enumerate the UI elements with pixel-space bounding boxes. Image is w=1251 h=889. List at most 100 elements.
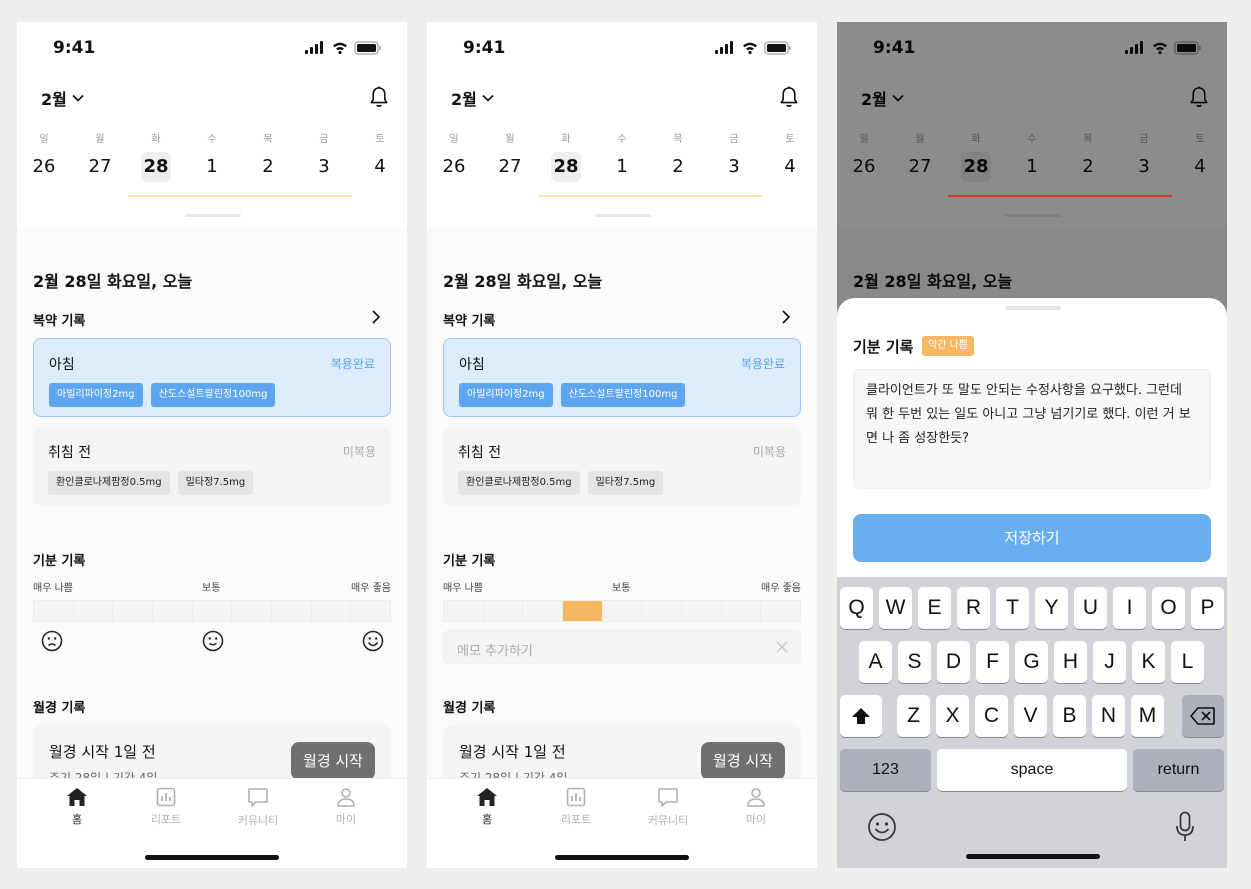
key-o[interactable]: O bbox=[1152, 587, 1185, 629]
mood-segment[interactable] bbox=[484, 601, 524, 621]
week-day[interactable]: 목2 bbox=[253, 132, 283, 182]
mood-slider[interactable] bbox=[33, 600, 391, 622]
period-start-button[interactable]: 월경 시작 bbox=[291, 742, 375, 780]
week-day[interactable]: 토4 bbox=[775, 132, 805, 182]
memo-textarea[interactable]: 클라이언트가 또 말도 안되는 수정사항을 요구했다. 그런데 뭐 한 두번 있… bbox=[853, 369, 1211, 489]
mood-segment[interactable] bbox=[444, 601, 484, 621]
key-b[interactable]: B bbox=[1053, 695, 1086, 737]
key-a[interactable]: A bbox=[859, 641, 892, 683]
mood-segment[interactable] bbox=[74, 601, 114, 621]
mood-segment[interactable] bbox=[272, 601, 312, 621]
week-day[interactable]: 월 27 bbox=[495, 132, 525, 182]
mood-segment[interactable] bbox=[113, 601, 154, 621]
tab-my[interactable]: 마이 bbox=[316, 787, 376, 827]
week-day[interactable]: 화 28 bbox=[551, 132, 581, 182]
key-d[interactable]: D bbox=[937, 641, 970, 683]
mood-segment[interactable] bbox=[642, 601, 683, 621]
weekday-label: 일 bbox=[39, 134, 49, 145]
medication-card-morning[interactable]: 아침 복용완료 아빌리파이정2mg 산도스설트랄린정100mg bbox=[443, 338, 801, 417]
mood-segment[interactable] bbox=[603, 601, 643, 621]
week-day[interactable]: 화 28 bbox=[141, 132, 171, 182]
space-key[interactable]: space bbox=[937, 749, 1127, 791]
mood-segment[interactable] bbox=[34, 601, 74, 621]
home-indicator bbox=[555, 855, 689, 860]
week-day[interactable]: 금3 bbox=[309, 132, 339, 182]
tab-home[interactable]: 홈 bbox=[47, 787, 107, 827]
weekday-label: 금 bbox=[729, 134, 739, 145]
emoji-icon[interactable] bbox=[867, 812, 897, 842]
key-r[interactable]: R bbox=[957, 587, 990, 629]
key-z[interactable]: Z bbox=[897, 695, 930, 737]
mood-segment[interactable] bbox=[232, 601, 273, 621]
mood-segment[interactable] bbox=[351, 601, 390, 621]
key-k[interactable]: K bbox=[1132, 641, 1165, 683]
week-day[interactable]: 일 26 bbox=[439, 132, 469, 182]
bell-icon[interactable] bbox=[779, 86, 799, 108]
memo-input[interactable]: 메모 추가하기 bbox=[443, 630, 801, 664]
shift-arrow-icon bbox=[852, 708, 870, 724]
key-h[interactable]: H bbox=[1054, 641, 1087, 683]
week-day[interactable]: 수1 bbox=[607, 132, 637, 182]
mood-slider[interactable] bbox=[443, 600, 801, 622]
key-i[interactable]: I bbox=[1113, 587, 1146, 629]
mood-segment[interactable] bbox=[193, 601, 233, 621]
medication-card-morning[interactable]: 아침 복용완료 아빌리파이정2mg 산도스설트랄린정100mg bbox=[33, 338, 391, 417]
save-button[interactable]: 저장하기 bbox=[853, 514, 1211, 562]
key-p[interactable]: P bbox=[1191, 587, 1224, 629]
day-number: 27 bbox=[88, 156, 112, 177]
key-l[interactable]: L bbox=[1171, 641, 1204, 683]
week-day[interactable]: 금3 bbox=[719, 132, 749, 182]
chevron-right-icon[interactable] bbox=[371, 309, 381, 325]
medication-card-bedtime[interactable]: 취침 전 미복용 환인클로나제팜정0.5mg 밀타정7.5mg bbox=[443, 427, 801, 506]
drag-handle[interactable] bbox=[595, 214, 651, 217]
chevron-right-icon[interactable] bbox=[781, 309, 791, 325]
key-t[interactable]: T bbox=[996, 587, 1029, 629]
key-g[interactable]: G bbox=[1015, 641, 1048, 683]
numbers-key[interactable]: 123 bbox=[840, 749, 931, 791]
mood-segment[interactable] bbox=[761, 601, 800, 621]
key-q[interactable]: Q bbox=[840, 587, 873, 629]
tab-community[interactable]: 커뮤니티 bbox=[638, 787, 698, 828]
week-day[interactable]: 일 26 bbox=[29, 132, 59, 182]
tab-my[interactable]: 마이 bbox=[726, 787, 786, 827]
key-j[interactable]: J bbox=[1093, 641, 1126, 683]
drag-handle[interactable] bbox=[185, 214, 241, 217]
key-f[interactable]: F bbox=[976, 641, 1009, 683]
key-w[interactable]: W bbox=[879, 587, 912, 629]
week-day[interactable]: 월 27 bbox=[85, 132, 115, 182]
week-day[interactable]: 목2 bbox=[663, 132, 693, 182]
backspace-key[interactable] bbox=[1182, 695, 1224, 737]
month-selector[interactable]: 2월 bbox=[451, 86, 494, 110]
mood-segment[interactable] bbox=[563, 601, 603, 621]
shift-key[interactable] bbox=[840, 695, 882, 737]
mood-segment[interactable] bbox=[682, 601, 722, 621]
tab-home[interactable]: 홈 bbox=[457, 787, 517, 827]
key-c[interactable]: C bbox=[975, 695, 1008, 737]
month-selector[interactable]: 2월 bbox=[41, 86, 84, 110]
medication-card-bedtime[interactable]: 취침 전 미복용 환인클로나제팜정0.5mg 밀타정7.5mg bbox=[33, 427, 391, 506]
key-y[interactable]: Y bbox=[1035, 587, 1068, 629]
mood-segment[interactable] bbox=[722, 601, 762, 621]
key-u[interactable]: U bbox=[1074, 587, 1107, 629]
key-s[interactable]: S bbox=[898, 641, 931, 683]
home-indicator bbox=[966, 854, 1100, 859]
close-icon[interactable] bbox=[776, 641, 788, 653]
sheet-handle[interactable] bbox=[1005, 306, 1061, 310]
mood-segment[interactable] bbox=[312, 601, 352, 621]
tab-report[interactable]: 리포트 bbox=[546, 787, 606, 827]
key-e[interactable]: E bbox=[918, 587, 951, 629]
key-n[interactable]: N bbox=[1092, 695, 1125, 737]
key-v[interactable]: V bbox=[1014, 695, 1047, 737]
mood-segment[interactable] bbox=[523, 601, 564, 621]
tab-community[interactable]: 커뮤니티 bbox=[228, 787, 288, 828]
mood-segment[interactable] bbox=[153, 601, 193, 621]
key-x[interactable]: X bbox=[936, 695, 969, 737]
return-key[interactable]: return bbox=[1133, 749, 1224, 791]
period-start-button[interactable]: 월경 시작 bbox=[701, 742, 785, 780]
key-m[interactable]: M bbox=[1131, 695, 1164, 737]
week-day[interactable]: 수1 bbox=[197, 132, 227, 182]
microphone-icon[interactable] bbox=[1175, 811, 1195, 843]
week-day[interactable]: 토4 bbox=[365, 132, 395, 182]
tab-report[interactable]: 리포트 bbox=[136, 787, 196, 827]
bell-icon[interactable] bbox=[369, 86, 389, 108]
